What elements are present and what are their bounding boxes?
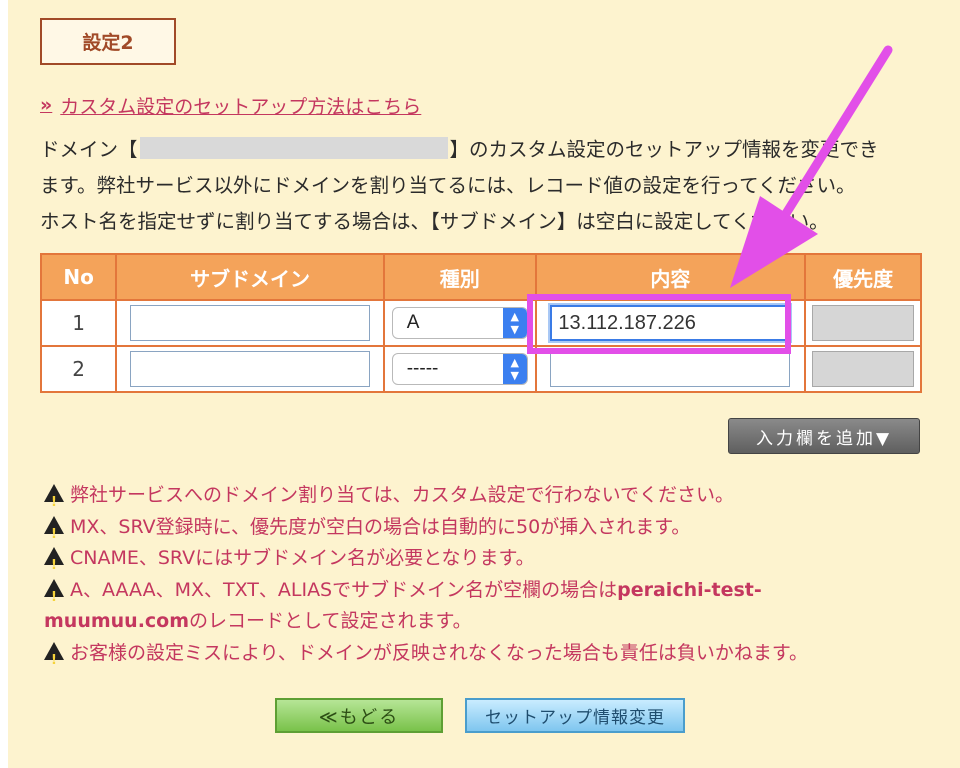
note-text: お客様の設定ミスにより、ドメインが反映されなくなった場合も責任は負いかねます。 (70, 641, 808, 664)
warning-icon (44, 547, 64, 582)
content-input[interactable] (550, 305, 791, 341)
chevron-updown-icon[interactable]: ▲ ▼ (502, 308, 527, 338)
section-title: 設定2 (40, 18, 176, 65)
howto-link[interactable]: » カスタム設定のセットアップ方法はこちら (40, 92, 421, 118)
note-text: のレコードとして設定されます。 (189, 610, 472, 632)
warning-icon (44, 641, 64, 676)
description-line1-after: 】のカスタム設定のセットアップ情報を変更でき (449, 138, 879, 161)
note-item: お客様の設定ミスにより、ドメインが反映されなくなった場合も責任は負いかねます。 (44, 638, 924, 676)
content-cell (534, 299, 807, 347)
priority-cell (804, 345, 922, 393)
table-header-row: No サブドメイン 種別 内容 優先度 (39, 253, 922, 301)
howto-link-text[interactable]: カスタム設定のセットアップ方法はこちら (60, 92, 421, 119)
subdomain-cell (115, 345, 385, 393)
header-priority: 優先度 (804, 253, 922, 301)
type-select[interactable]: ----- ▲ ▼ (391, 353, 528, 385)
chevron-updown-icon[interactable]: ▲ ▼ (502, 354, 527, 384)
priority-cell (804, 299, 922, 347)
back-button[interactable]: ≪もどる (275, 698, 443, 733)
subdomain-input[interactable] (130, 305, 371, 341)
header-content: 内容 (534, 253, 807, 301)
note-item: MX、SRV登録時に、優先度が空白の場合は自動的に50が挿入されます。 (44, 512, 924, 550)
type-select-value: A (406, 312, 420, 333)
content-input[interactable] (550, 351, 791, 387)
note-item: CNAME、SRVにはサブドメイン名が必要となります。 (44, 543, 924, 582)
warning-icon (44, 515, 64, 550)
submit-setup-button[interactable]: セットアップ情報変更 (465, 698, 685, 733)
type-cell: A ▲ ▼ (382, 299, 537, 347)
note-domain: muumuu.com (44, 610, 190, 632)
table-row: 1 A ▲ ▼ (39, 299, 922, 347)
content-cell (534, 345, 807, 393)
header-type: 種別 (382, 253, 537, 301)
dns-records-table: No サブドメイン 種別 内容 優先度 1 A ▲ ▼ 13.112.187.2… (39, 253, 922, 393)
row-number: 2 (39, 345, 118, 393)
description: ドメイン【 】のカスタム設定のセットアップ情報を変更でき ます。弊社サービス以外に… (40, 132, 940, 240)
type-select[interactable]: A ▲ ▼ (391, 307, 528, 339)
note-text: MX、SRV登録時に、優先度が空白の場合は自動的に50が挿入されます。 (70, 515, 691, 538)
note-domain: peraichi-test- (617, 578, 762, 601)
priority-input (812, 351, 915, 387)
note-text: CNAME、SRVにはサブドメイン名が必要となります。 (70, 547, 535, 569)
type-cell: ----- ▲ ▼ (382, 345, 537, 393)
priority-input (812, 305, 915, 341)
redacted-domain (139, 137, 448, 159)
subdomain-cell (115, 299, 385, 347)
description-line1-before: ドメイン【 (40, 138, 138, 161)
warning-icon (44, 484, 64, 519)
row-number: 1 (39, 299, 118, 347)
warning-icon (44, 578, 64, 613)
notes-list: 弊社サービスへのドメイン割り当ては、カスタム設定で行わないでください。 MX、S… (44, 480, 924, 676)
double-chevron-icon: » (40, 94, 53, 116)
add-row-button[interactable]: 入力欄を追加▼ (728, 418, 920, 454)
subdomain-input[interactable] (130, 351, 371, 387)
note-item: A、AAAA、MX、TXT、ALIASでサブドメイン名が空欄の場合はperaic… (44, 575, 924, 638)
note-item: 弊社サービスへのドメイン割り当ては、カスタム設定で行わないでください。 (44, 480, 924, 519)
type-select-value: ----- (406, 358, 439, 379)
note-text: 弊社サービスへのドメイン割り当ては、カスタム設定で行わないでください。 (70, 484, 735, 506)
description-line3: ホスト名を指定せずに割り当てする場合は、【サブドメイン】は空白に設定してください… (40, 210, 829, 233)
description-line2: ます。弊社サービス以外にドメインを割り当てるには、レコード値の設定を行ってくださ… (40, 174, 856, 197)
table-row: 2 ----- ▲ ▼ (39, 345, 922, 393)
header-subdomain: サブドメイン (115, 253, 385, 301)
note-text: A、AAAA、MX、TXT、ALIASでサブドメイン名が空欄の場合は (70, 578, 618, 601)
header-no: No (39, 253, 118, 301)
